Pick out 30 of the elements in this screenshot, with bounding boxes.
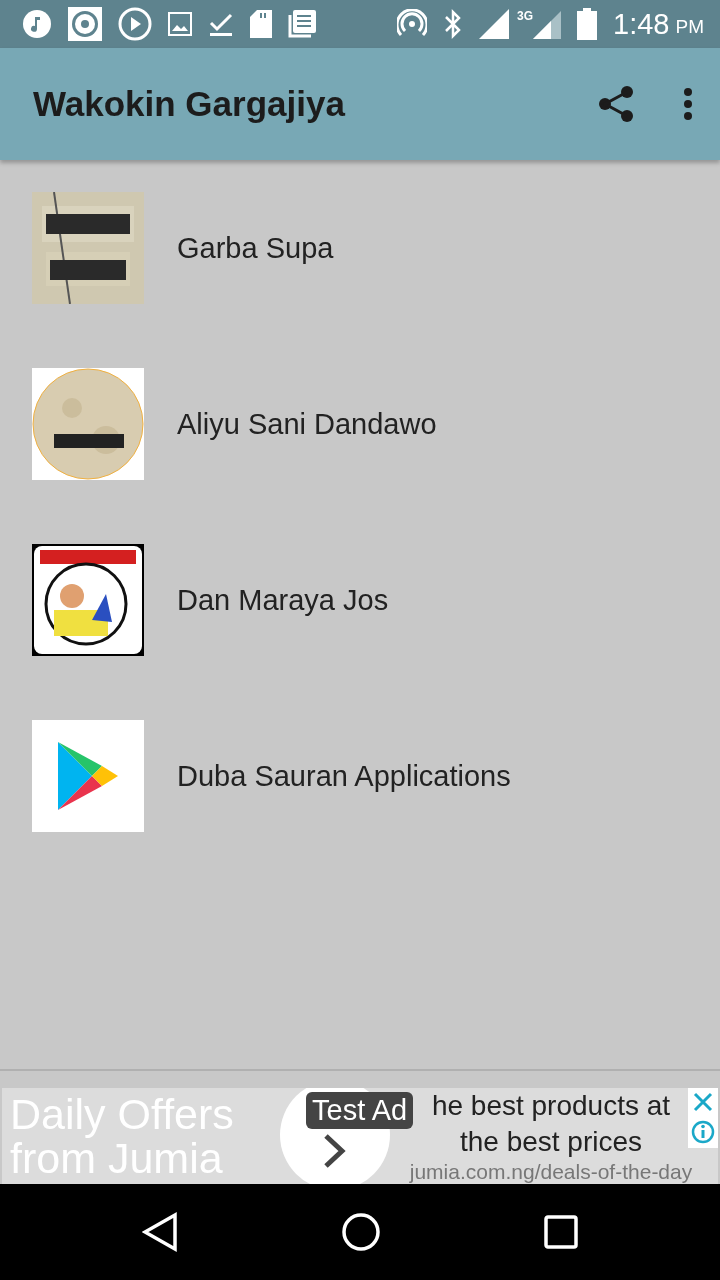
clock-time: 1:48 (613, 7, 670, 41)
test-ad-badge: Test Ad (306, 1092, 414, 1129)
home-icon[interactable] (341, 1212, 381, 1252)
signal-icon (533, 9, 562, 39)
news-icon (288, 10, 316, 38)
back-icon[interactable] (141, 1212, 178, 1252)
sd-card-icon (250, 10, 272, 38)
more-options-icon[interactable] (684, 88, 692, 120)
play-icon (118, 7, 152, 41)
download-done-icon (208, 11, 234, 37)
hotspot-icon (397, 9, 428, 39)
network-type: 3G (517, 9, 534, 23)
image-icon (168, 12, 192, 36)
ad-text: he best products at the best prices (430, 1089, 672, 1159)
signal-icon (479, 9, 510, 39)
share-icon[interactable] (596, 84, 636, 124)
close-icon[interactable] (693, 1092, 713, 1112)
clock-period: PM (675, 16, 704, 38)
chevron-icon[interactable] (322, 1134, 348, 1168)
list-item[interactable]: Aliyu Sani Dandawo (177, 407, 437, 441)
list-item[interactable]: Garba Supa (177, 231, 334, 265)
app-title: Wakokin Gargajiya (33, 84, 347, 124)
play-store-icon (56, 740, 120, 812)
battery-icon (577, 8, 598, 40)
ad-url: jumia.com.ng/deals-of-the-day (409, 1160, 693, 1184)
music-icon (22, 9, 52, 39)
list-item[interactable]: Duba Sauran Applications (177, 759, 511, 793)
info-icon[interactable] (691, 1120, 715, 1144)
recents-icon[interactable] (544, 1215, 579, 1249)
list-item[interactable]: Dan Maraya Jos (177, 583, 389, 617)
